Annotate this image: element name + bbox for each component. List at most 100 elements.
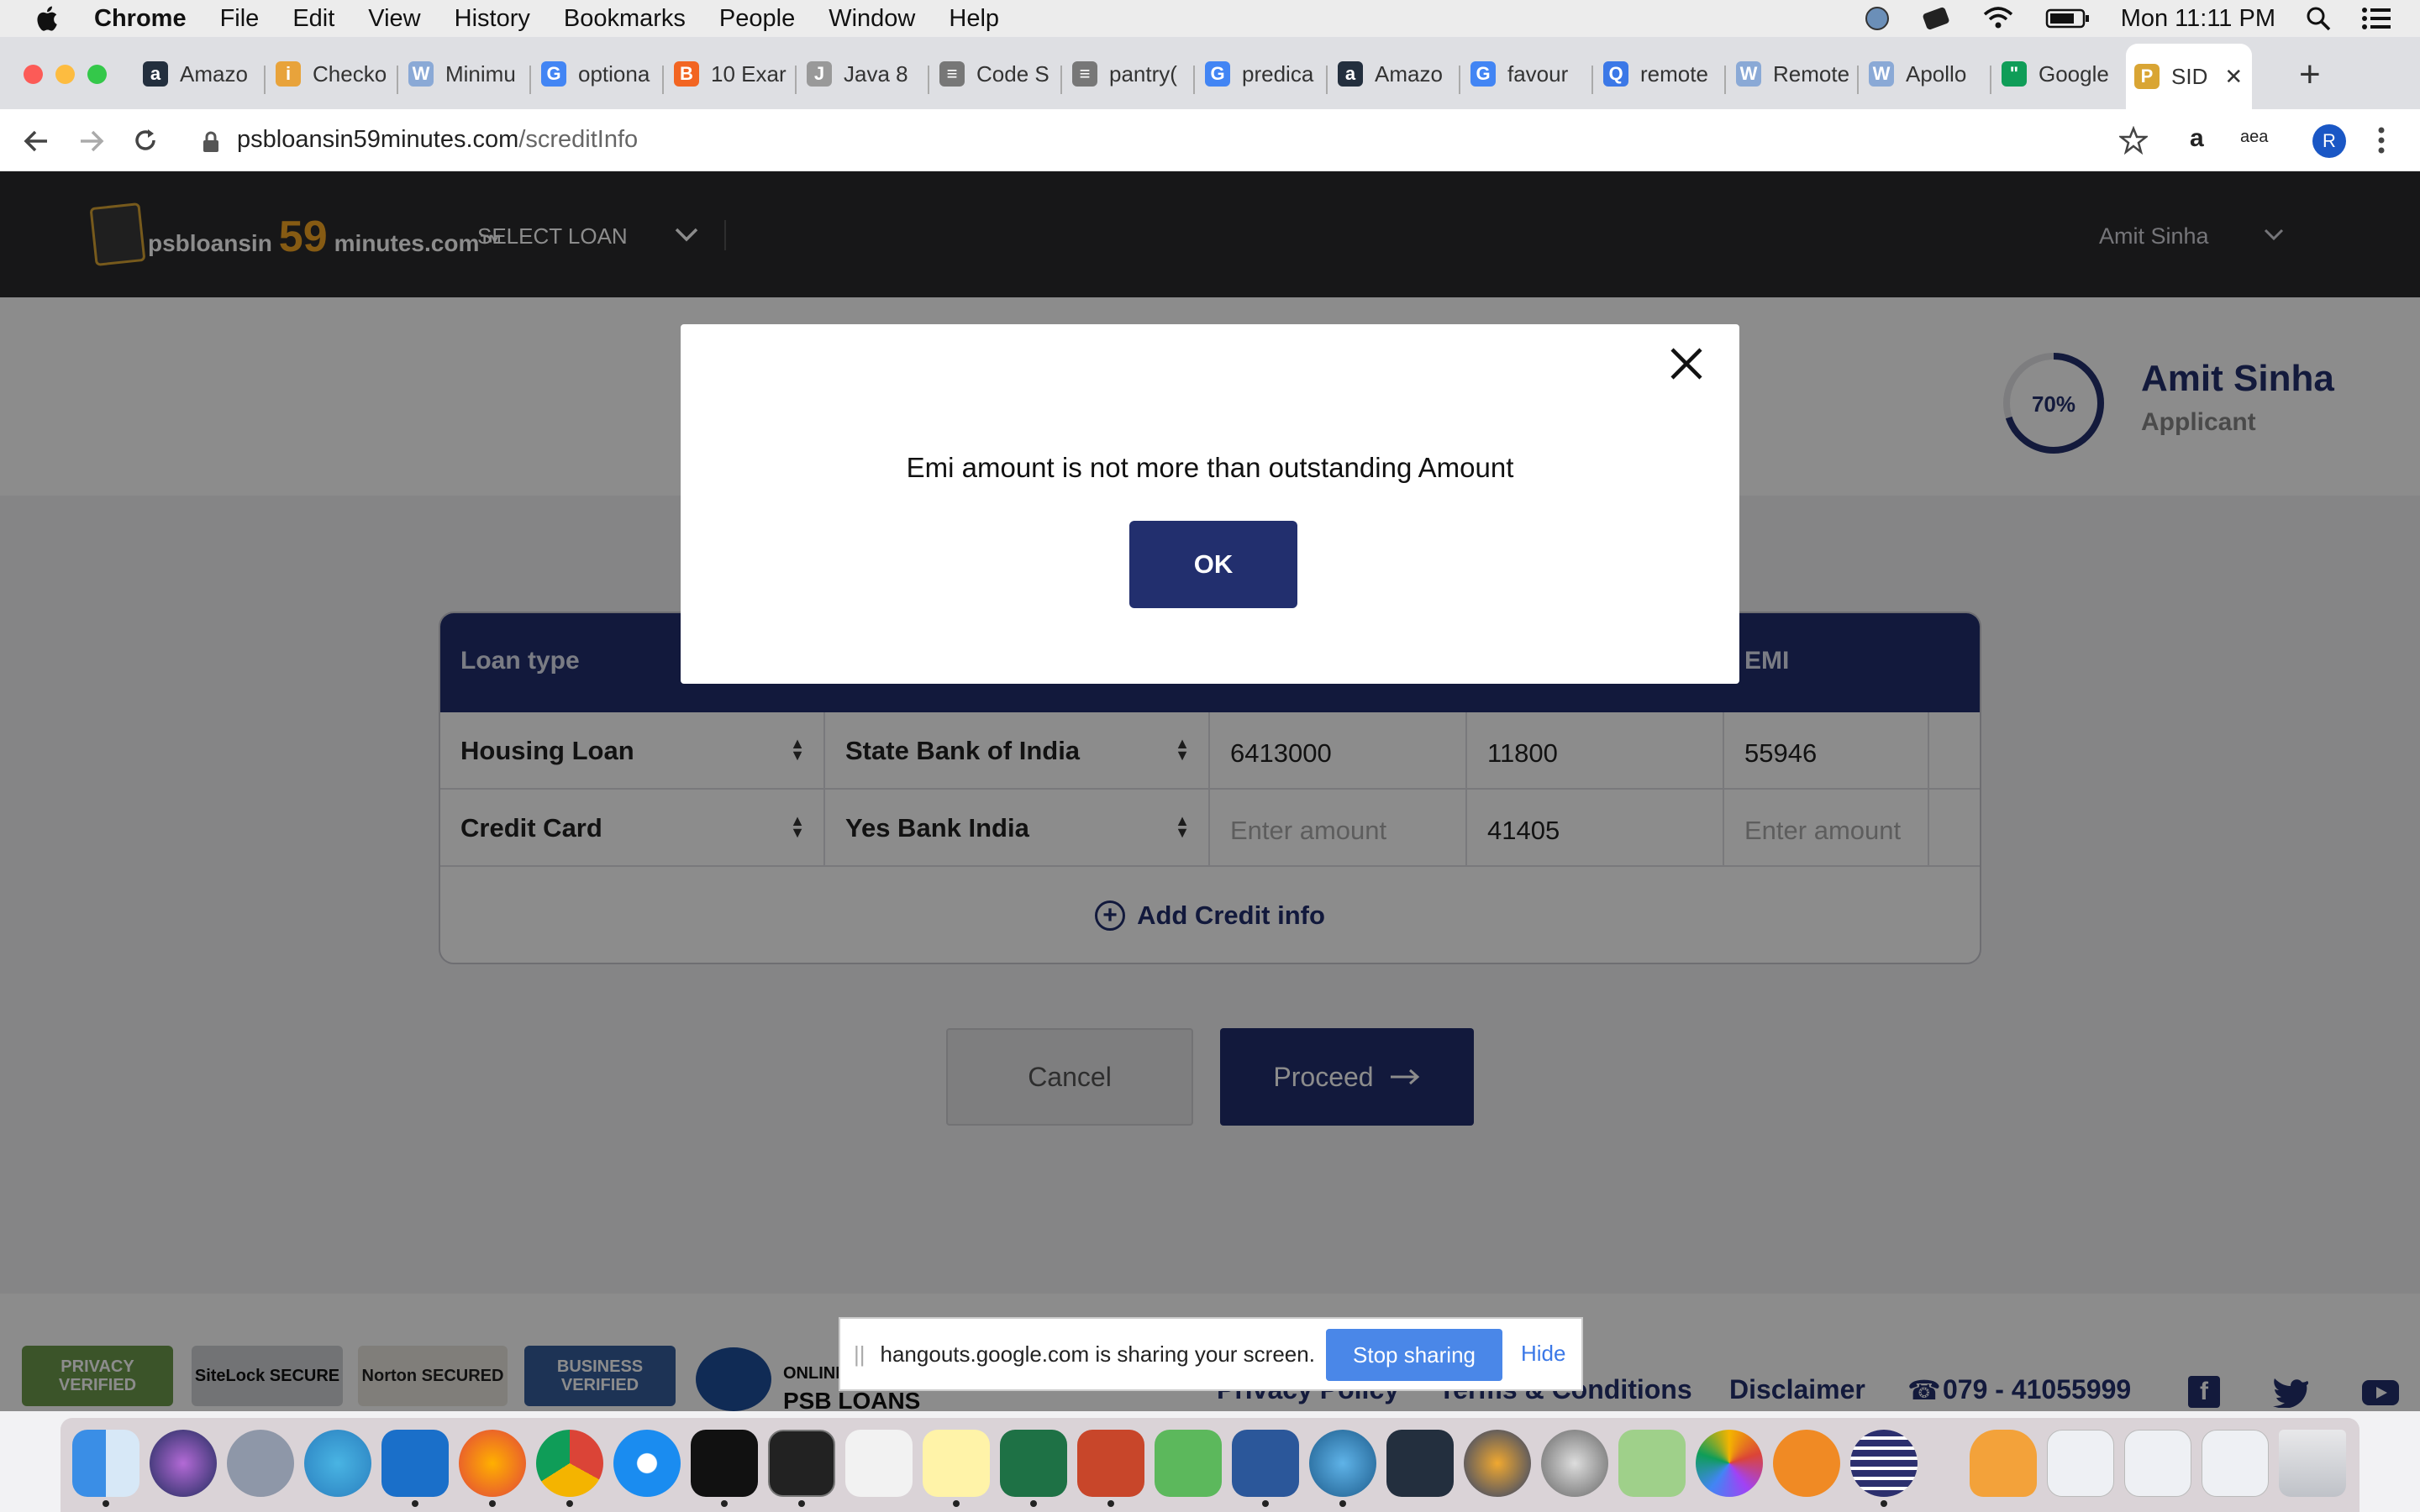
chrome-icon[interactable] — [536, 1430, 603, 1497]
menu-file[interactable]: File — [220, 5, 260, 33]
window-minimize-button[interactable] — [55, 65, 75, 84]
vpn-globe-icon[interactable] — [1864, 5, 1891, 32]
tab-label: Java 8 — [844, 60, 908, 87]
amazon-icon[interactable] — [1386, 1430, 1454, 1497]
siri-icon[interactable] — [150, 1430, 217, 1497]
menu-window[interactable]: Window — [829, 5, 915, 33]
close-icon[interactable] — [1665, 343, 1707, 385]
browser-tab[interactable]: P SID ✕ — [2126, 44, 2252, 109]
system-preferences-icon[interactable] — [1541, 1430, 1608, 1497]
excel-icon[interactable] — [1000, 1430, 1067, 1497]
browser-toolbar: psbloansin59minutes.com/screditInfo a ae… — [0, 109, 2420, 171]
spotlight-search-icon[interactable] — [2306, 6, 2331, 31]
running-indicator — [1030, 1500, 1037, 1507]
tab-label: optiona — [578, 60, 650, 87]
maps-icon[interactable] — [1618, 1430, 1686, 1497]
tab-close-icon[interactable]: ✕ — [2224, 64, 2243, 90]
terminal-icon[interactable] — [768, 1430, 835, 1497]
forward-arrow-icon[interactable] — [77, 128, 106, 155]
textedit-icon[interactable] — [845, 1430, 913, 1497]
browser-tab[interactable]: a Amazo — [134, 47, 260, 101]
powerpoint-icon[interactable] — [1077, 1430, 1144, 1497]
hide-share-bar-link[interactable]: Hide — [1521, 1341, 1565, 1367]
aea-extension-icon[interactable]: aea — [2240, 128, 2268, 147]
tab-label: Apollo — [1906, 60, 1967, 87]
menu-bookmarks[interactable]: Bookmarks — [564, 5, 686, 33]
intellij-icon[interactable] — [691, 1430, 758, 1497]
tab-label: SID — [2171, 63, 2208, 89]
eclipse-icon[interactable] — [1850, 1430, 1918, 1497]
trash-icon[interactable] — [2279, 1430, 2346, 1497]
browser-tab[interactable]: " Google — [1993, 47, 2119, 101]
tab-label: Checko — [313, 60, 387, 87]
notification-center-icon[interactable] — [2361, 7, 2391, 30]
photos-icon[interactable] — [1696, 1430, 1763, 1497]
battery-icon[interactable] — [2045, 8, 2091, 29]
stop-sharing-button[interactable]: Stop sharing — [1326, 1329, 1502, 1381]
menu-help[interactable]: Help — [949, 5, 999, 33]
tab-separator — [1724, 66, 1726, 94]
window-close-button[interactable] — [24, 65, 43, 84]
menu-view[interactable]: View — [368, 5, 420, 33]
tab-label: pantry( — [1109, 60, 1177, 87]
outlook-icon[interactable] — [381, 1430, 449, 1497]
menu-history[interactable]: History — [455, 5, 530, 33]
amazon-assistant-icon[interactable] — [1464, 1430, 1531, 1497]
mascot-app-icon[interactable] — [1970, 1430, 2037, 1497]
tab-label: Google — [2039, 60, 2109, 87]
books-icon[interactable] — [1773, 1430, 1840, 1497]
wifi-icon[interactable] — [1981, 6, 2015, 31]
tab-favicon-icon: B — [674, 61, 699, 87]
network-app-icon[interactable] — [1309, 1430, 1376, 1497]
window-thumbnail-icon[interactable] — [2047, 1430, 2114, 1497]
browser-tab[interactable]: W Remote — [1728, 47, 1854, 101]
browser-tab[interactable]: B 10 Exar — [666, 47, 792, 101]
amazon-extension-icon[interactable]: a — [2190, 124, 2204, 153]
menu-people[interactable]: People — [719, 5, 795, 33]
browser-tab[interactable]: Qremote — [1595, 47, 1721, 101]
finder-icon[interactable] — [72, 1430, 139, 1497]
menubar-clock[interactable]: Mon 11:11 PM — [2121, 5, 2275, 33]
browser-tab[interactable]: W Minimu — [400, 47, 526, 101]
firefox-icon[interactable] — [459, 1430, 526, 1497]
notes-icon[interactable] — [923, 1430, 990, 1497]
browser-tab[interactable]: Gfavour — [1462, 47, 1588, 101]
window-thumbnail-icon[interactable] — [2202, 1430, 2269, 1497]
browser-tab[interactable]: Gpredica — [1197, 47, 1323, 101]
app-starburst-icon[interactable] — [304, 1430, 371, 1497]
browser-tab[interactable]: a Amazo — [1329, 47, 1455, 101]
browser-tab[interactable]: W Apollo — [1860, 47, 1986, 101]
menu-edit[interactable]: Edit — [292, 5, 334, 33]
new-tab-button[interactable]: + — [2299, 54, 2321, 96]
back-arrow-icon[interactable] — [22, 128, 50, 155]
apple-icon[interactable] — [34, 4, 59, 33]
running-indicator — [489, 1500, 496, 1507]
browser-tab[interactable]: ≡ pantry( — [1064, 47, 1190, 101]
drag-handle-icon[interactable]: || — [854, 1341, 865, 1368]
reload-icon[interactable] — [131, 126, 160, 155]
browser-tab[interactable]: Goptiona — [533, 47, 659, 101]
tab-favicon-icon: P — [2134, 64, 2160, 89]
ok-button[interactable]: OK — [1129, 521, 1297, 608]
launchpad-icon[interactable] — [227, 1430, 294, 1497]
browser-tab[interactable]: i Checko — [267, 47, 393, 101]
bookmark-star-icon[interactable] — [2119, 126, 2148, 155]
tab-separator — [1459, 66, 1460, 94]
menu-app-name[interactable]: Chrome — [94, 5, 187, 33]
window-thumbnail-icon[interactable] — [2124, 1430, 2191, 1497]
url-field[interactable]: psbloansin59minutes.com/screditInfo — [237, 126, 638, 154]
tab-separator — [795, 66, 797, 94]
browser-menu-icon[interactable] — [2376, 126, 2386, 155]
profile-avatar[interactable]: R — [2312, 124, 2346, 158]
app-status-icon[interactable] — [1921, 5, 1951, 32]
tab-label: Amazo — [1375, 60, 1443, 87]
window-zoom-button[interactable] — [87, 65, 107, 84]
lock-icon[interactable] — [202, 131, 220, 153]
browser-tab-strip: a Amazo i Checko W Minimu Goptiona B 10 Exar J Jav… — [0, 37, 2420, 109]
tab-separator — [928, 66, 929, 94]
word-icon[interactable] — [1232, 1430, 1299, 1497]
browser-tab[interactable]: J Java 8 — [798, 47, 924, 101]
checkmark-app-icon[interactable] — [1155, 1430, 1222, 1497]
browser-tab[interactable]: ≡ Code S — [931, 47, 1057, 101]
safari-icon[interactable] — [613, 1430, 681, 1497]
